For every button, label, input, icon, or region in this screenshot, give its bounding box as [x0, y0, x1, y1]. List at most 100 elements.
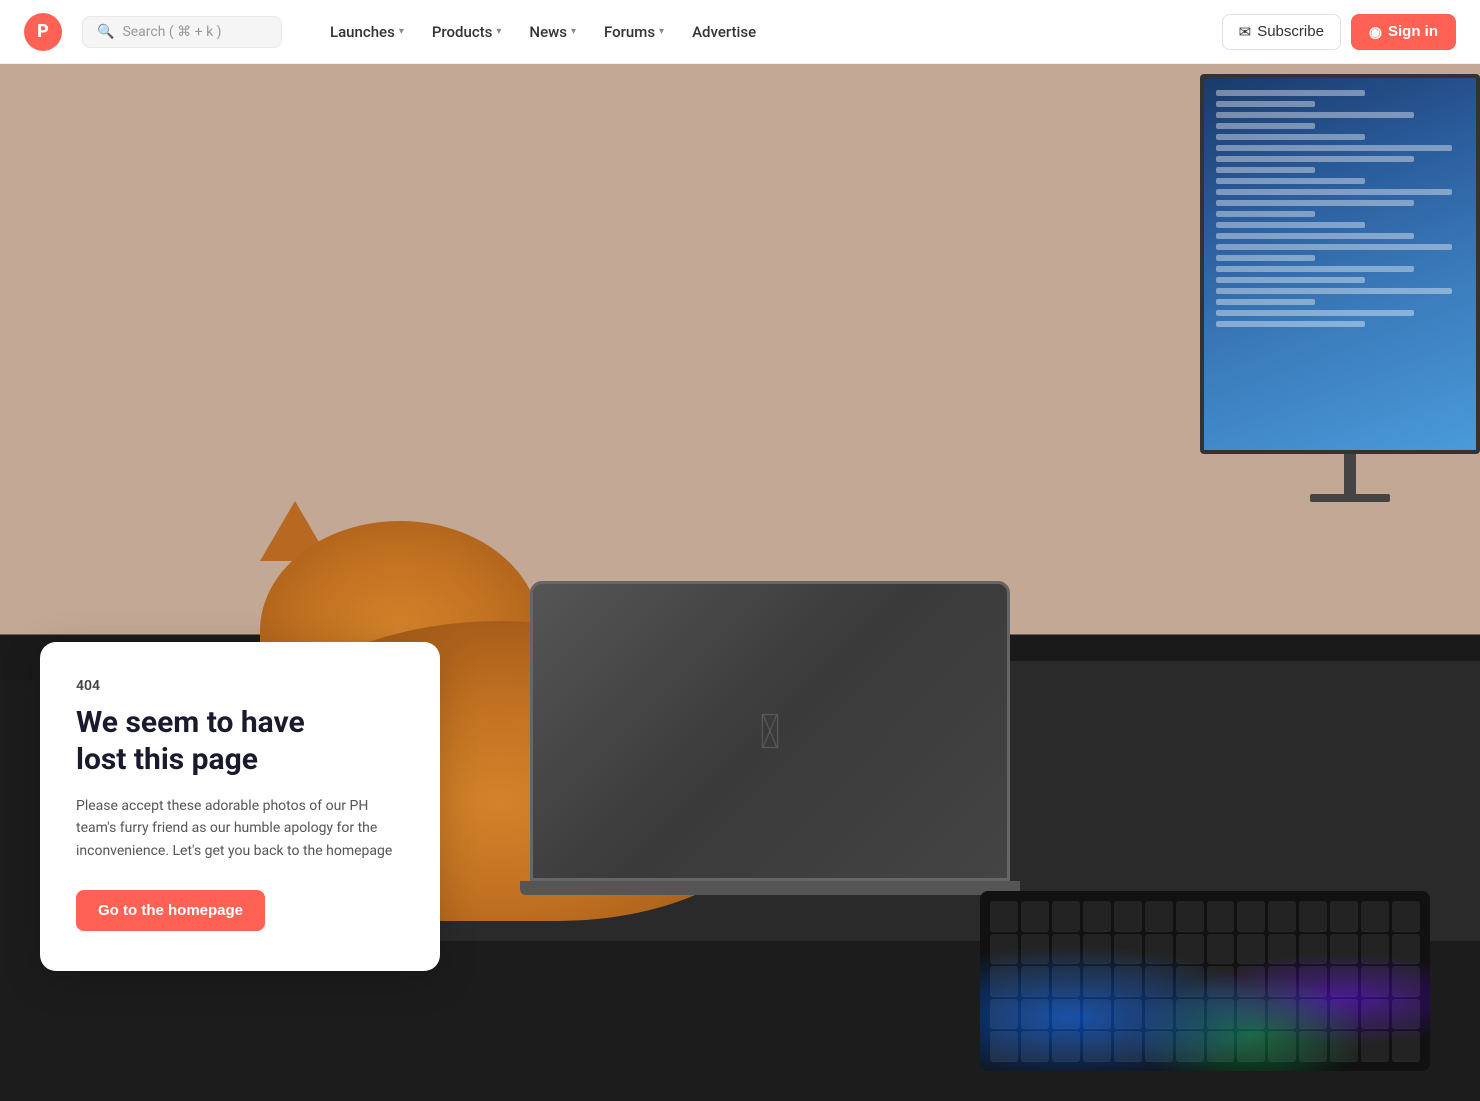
nav-link-launches[interactable]: Launches ▾ — [318, 15, 416, 49]
key — [1299, 966, 1327, 996]
key — [1176, 901, 1204, 931]
signin-icon: ◉ — [1369, 23, 1382, 41]
nav-link-products[interactable]: Products ▾ — [420, 15, 514, 49]
monitor-line — [1216, 211, 1315, 217]
nav-links: Launches ▾ Products ▾ News ▾ Forums ▾ Ad… — [318, 15, 768, 49]
nav-link-label: Products — [432, 23, 493, 41]
key — [1299, 1031, 1327, 1061]
monitor-stand-neck — [1344, 454, 1356, 494]
homepage-button-label: Go to the homepage — [98, 902, 243, 919]
signin-label: Sign in — [1388, 23, 1438, 40]
keyboard-illustration — [980, 891, 1430, 1071]
nav-link-label: Forums — [604, 23, 655, 41]
error-title: We seem to have lost this page — [76, 704, 404, 779]
navbar: P 🔍 Search ( ⌘ + k ) Launches ▾ Products… — [0, 0, 1480, 64]
key — [1361, 934, 1389, 964]
monitor-line — [1216, 112, 1414, 118]
nav-link-advertise[interactable]: Advertise — [680, 15, 768, 49]
monitor-line — [1216, 288, 1452, 294]
key — [1083, 901, 1111, 931]
search-icon: 🔍 — [97, 24, 114, 40]
key — [1083, 1031, 1111, 1061]
key — [1392, 1031, 1420, 1061]
error-code: 404 — [76, 678, 404, 694]
signin-button[interactable]: ◉ Sign in — [1351, 14, 1456, 50]
key — [1392, 934, 1420, 964]
key — [1207, 934, 1235, 964]
key — [1207, 999, 1235, 1029]
search-placeholder: Search ( ⌘ + k ) — [122, 24, 221, 40]
key — [1114, 934, 1142, 964]
key — [1021, 1031, 1049, 1061]
key — [1021, 966, 1049, 996]
monitor-line — [1216, 277, 1365, 283]
chevron-down-icon: ▾ — [659, 26, 664, 37]
key — [1268, 999, 1296, 1029]
monitor-line — [1216, 123, 1315, 129]
monitor-line — [1216, 255, 1315, 261]
key — [1083, 966, 1111, 996]
key — [1114, 1031, 1142, 1061]
key — [1237, 1031, 1265, 1061]
nav-link-label: News — [529, 23, 567, 41]
key — [1052, 901, 1080, 931]
nav-link-label: Advertise — [692, 23, 756, 41]
key — [1361, 1031, 1389, 1061]
key — [1207, 966, 1235, 996]
key — [1176, 966, 1204, 996]
hero-section:  — [0, 64, 1480, 1101]
search-bar[interactable]: 🔍 Search ( ⌘ + k ) — [82, 16, 282, 48]
key — [1052, 934, 1080, 964]
key — [1392, 999, 1420, 1029]
monitor-line — [1216, 167, 1315, 173]
monitor-line — [1216, 101, 1315, 107]
key — [1114, 901, 1142, 931]
key — [1268, 934, 1296, 964]
monitor-line — [1216, 178, 1365, 184]
subscribe-label: Subscribe — [1257, 23, 1324, 40]
key — [1330, 966, 1358, 996]
key — [1083, 999, 1111, 1029]
monitor-line — [1216, 222, 1365, 228]
key — [1392, 966, 1420, 996]
key — [1268, 901, 1296, 931]
laptop-illustration:  — [530, 581, 1010, 921]
key — [1268, 966, 1296, 996]
key — [1299, 934, 1327, 964]
subscribe-button[interactable]: ✉ Subscribe — [1222, 14, 1341, 50]
key — [1083, 934, 1111, 964]
apple-logo-icon:  — [759, 703, 780, 760]
error-description: Please accept these adorable photos of o… — [76, 795, 404, 862]
key — [1145, 934, 1173, 964]
go-to-homepage-button[interactable]: Go to the homepage — [76, 890, 265, 931]
key — [1330, 901, 1358, 931]
chevron-down-icon: ▾ — [571, 26, 576, 37]
laptop-screen:  — [530, 581, 1010, 881]
key — [1330, 999, 1358, 1029]
error-title-text: We seem to have lost this page — [76, 705, 305, 778]
key — [1145, 966, 1173, 996]
key — [1145, 901, 1173, 931]
key — [1207, 901, 1235, 931]
key — [1021, 901, 1049, 931]
nav-link-forums[interactable]: Forums ▾ — [592, 15, 676, 49]
key — [1145, 1031, 1173, 1061]
monitor-line — [1216, 321, 1365, 327]
site-logo[interactable]: P — [24, 13, 62, 51]
key — [1052, 1031, 1080, 1061]
chevron-down-icon: ▾ — [399, 26, 404, 37]
nav-link-news[interactable]: News ▾ — [517, 15, 588, 49]
key — [1114, 999, 1142, 1029]
key — [1207, 1031, 1235, 1061]
key — [990, 934, 1018, 964]
key — [1237, 901, 1265, 931]
key — [1268, 1031, 1296, 1061]
monitor-line — [1216, 310, 1414, 316]
key — [990, 966, 1018, 996]
monitor-line — [1216, 244, 1452, 250]
key — [1299, 999, 1327, 1029]
key — [990, 901, 1018, 931]
key — [1052, 966, 1080, 996]
monitor-stand-base — [1310, 494, 1390, 502]
nav-link-label: Launches — [330, 23, 395, 41]
